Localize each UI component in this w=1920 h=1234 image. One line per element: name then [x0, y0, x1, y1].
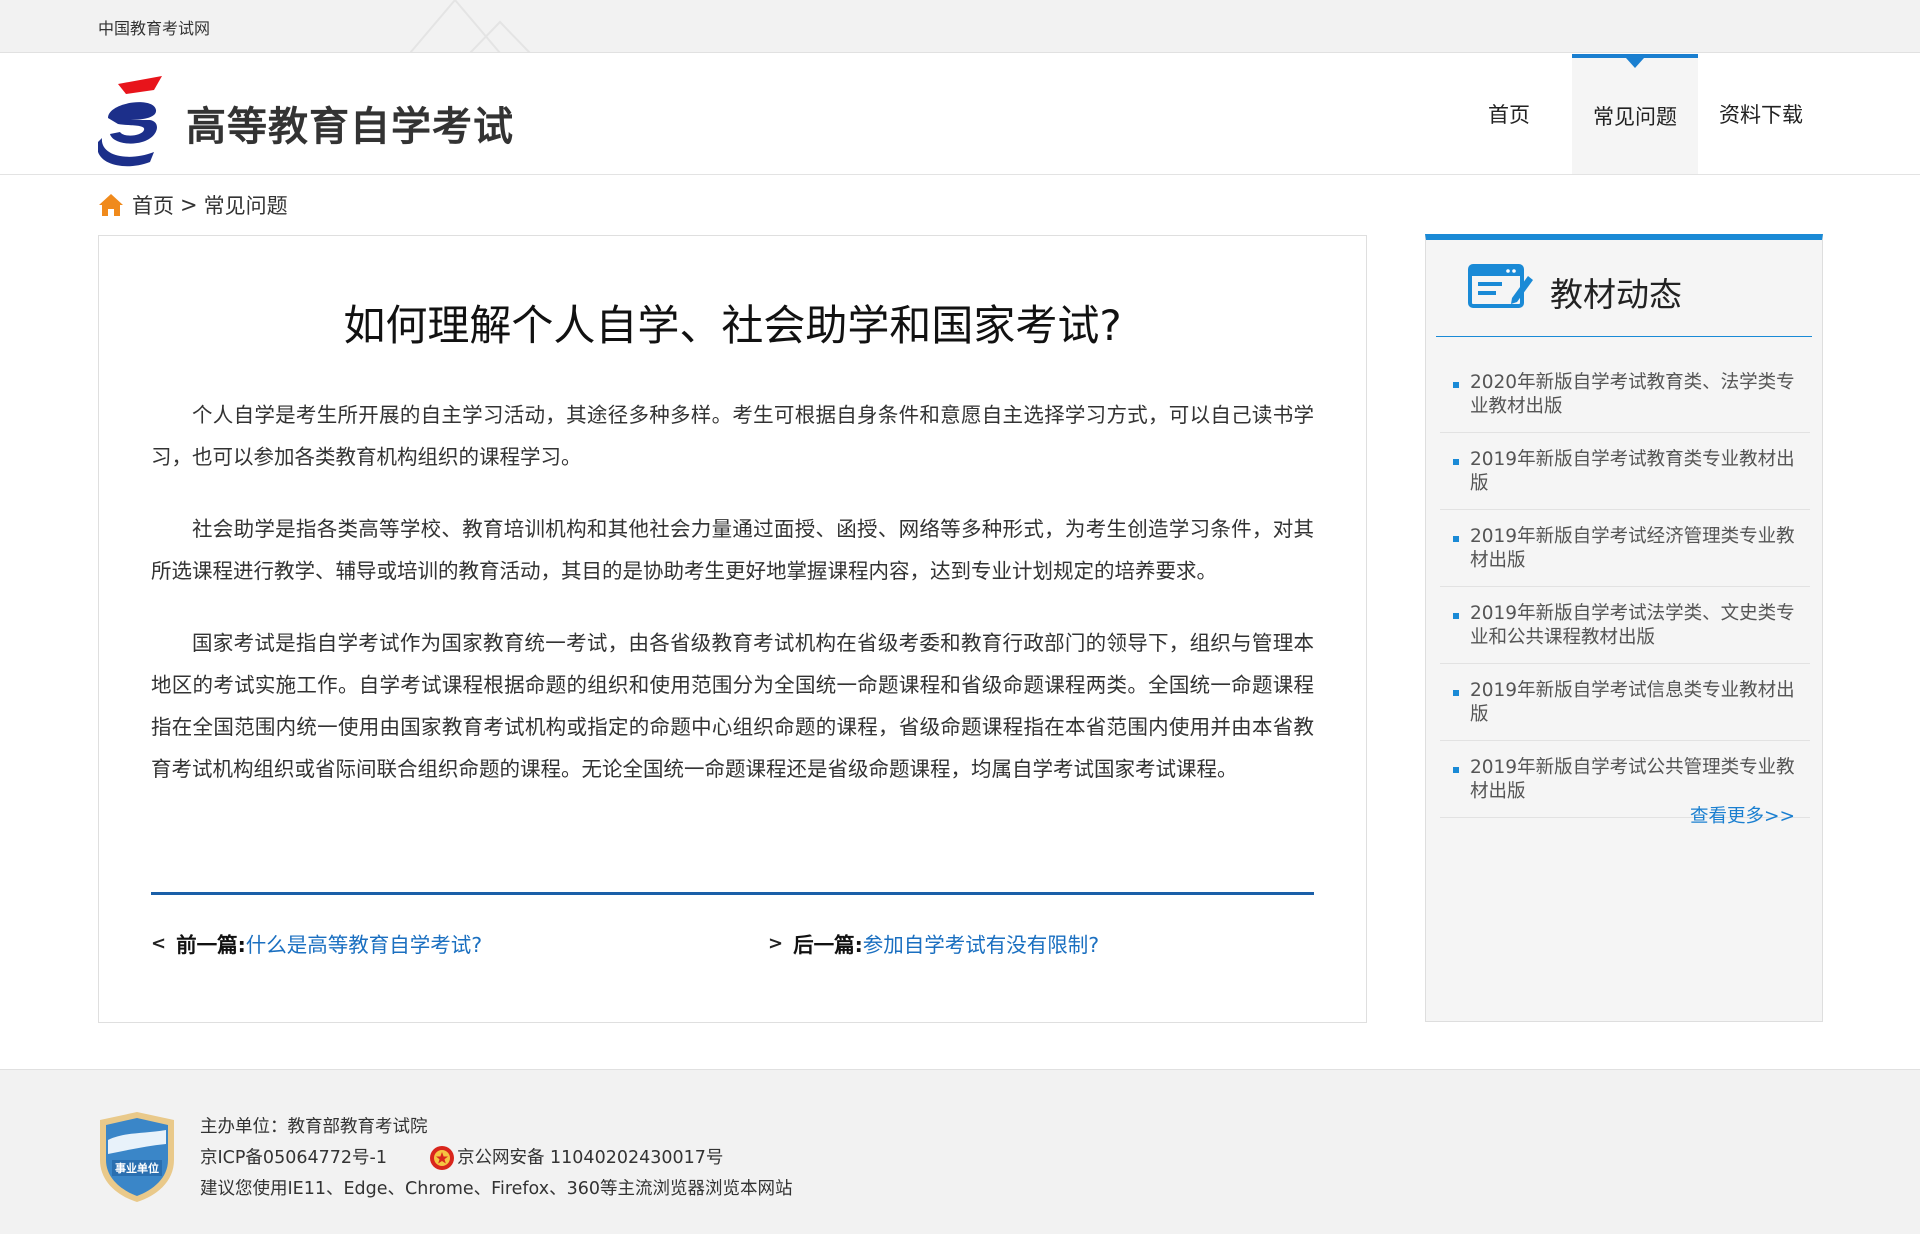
icp-link[interactable]: 京ICP备05064772号-1: [200, 1148, 387, 1168]
footer-browser-tip: 建议您使用IE11、Edge、Chrome、Firefox、360等主流浏览器浏…: [200, 1179, 793, 1199]
sidebar-header: 教材动态: [1436, 240, 1812, 337]
next-article-link[interactable]: 参加自学考试有没有限制?: [863, 928, 1099, 958]
bullet-icon: [1453, 690, 1459, 696]
breadcrumb: 首页 > 常见问题: [98, 190, 288, 220]
prev-article-link[interactable]: 什么是高等教育自学考试?: [246, 928, 482, 958]
top-bar: 中国教育考试网: [0, 0, 1920, 53]
sidebar-textbook-news: 教材动态 2020年新版自学考试教育类、法学类专业教材出版 2019年新版自学考…: [1425, 234, 1823, 1022]
bullet-icon: [1453, 459, 1459, 465]
article-title: 如何理解个人自学、社会助学和国家考试?: [343, 301, 1122, 350]
article-panel: 如何理解个人自学、社会助学和国家考试? 个人自学是考生所开展的自主学习活动，其途…: [98, 235, 1367, 1023]
sidebar-item-label: 2020年新版自学考试教育类、法学类专业教材出版: [1470, 372, 1795, 417]
sidebar-item-label: 2019年新版自学考试教育类专业教材出版: [1470, 449, 1795, 494]
sidebar-item-label: 2019年新版自学考试公共管理类专业教材出版: [1470, 757, 1795, 802]
article-paragraph: 社会助学是指各类高等学校、教育培训机构和其他社会力量通过面授、函授、网络等多种形…: [151, 517, 1314, 583]
nav-downloads[interactable]: 资料下载: [1698, 54, 1824, 174]
site-title: 高等教育自学考试: [186, 104, 514, 150]
breadcrumb-separator: >: [180, 193, 198, 217]
sidebar-item-label: 2019年新版自学考试信息类专业教材出版: [1470, 680, 1795, 725]
sidebar-list-item[interactable]: 2020年新版自学考试教育类、法学类专业教材出版: [1440, 356, 1810, 433]
see-more-link[interactable]: 查看更多>>: [1690, 802, 1795, 828]
svg-text:事业单位: 事业单位: [115, 1161, 159, 1175]
bullet-icon: [1453, 536, 1459, 542]
top-site-name[interactable]: 中国教育考试网: [98, 15, 210, 39]
prev-arrow-icon: <: [151, 932, 167, 954]
footer-info: 主办单位：教育部教育考试院 京ICP备05064772号-1 京公网安备 110…: [200, 1112, 793, 1205]
public-institution-badge-icon[interactable]: 事业单位: [98, 1110, 176, 1204]
sidebar-item-label: 2019年新版自学考试经济管理类专业教材出版: [1470, 526, 1795, 571]
site-header: 高等教育自学考试 首页 常见问题 资料下载: [0, 54, 1920, 175]
nav-faq-label: 常见问题: [1593, 105, 1677, 129]
sidebar-list-item[interactable]: 2019年新版自学考试信息类专业教材出版: [1440, 664, 1810, 741]
textbook-news-icon: [1468, 264, 1533, 308]
sidebar-list-item[interactable]: 2019年新版自学考试经济管理类专业教材出版: [1440, 510, 1810, 587]
decorative-peaks: [410, 0, 531, 52]
next-arrow-icon: >: [768, 932, 784, 954]
site-footer: 事业单位 主办单位：教育部教育考试院 京ICP备05064772号-1 京公网安…: [0, 1069, 1920, 1234]
main-nav: 首页 常见问题 资料下载: [1446, 54, 1824, 174]
footer-sponsor: 主办单位：教育部教育考试院: [200, 1117, 428, 1137]
breadcrumb-home[interactable]: 首页: [132, 190, 174, 220]
next-label: 后一篇:: [793, 933, 863, 957]
sidebar-list-item[interactable]: 2019年新版自学考试法学类、文史类专业和公共课程教材出版: [1440, 587, 1810, 664]
police-emblem-icon: [429, 1146, 454, 1170]
police-record-link[interactable]: 京公网安备 11040202430017号: [457, 1148, 723, 1168]
bullet-icon: [1453, 613, 1459, 619]
sidebar-item-label: 2019年新版自学考试法学类、文史类专业和公共课程教材出版: [1470, 603, 1795, 648]
sidebar-title: 教材动态: [1550, 275, 1682, 314]
bullet-icon: [1453, 767, 1459, 773]
article-paragraph: 国家考试是指自学考试作为国家教育统一考试，由各省级教育考试机构在省级考委和教育行…: [151, 631, 1314, 781]
prev-article: < 前一篇: 什么是高等教育自学考试?: [151, 928, 482, 958]
nav-faq[interactable]: 常见问题: [1572, 54, 1698, 174]
bullet-icon: [1453, 382, 1459, 388]
home-icon[interactable]: [98, 193, 124, 217]
next-article: > 后一篇: 参加自学考试有没有限制?: [768, 928, 1099, 958]
article-paragraph: 个人自学是考生所开展的自主学习活动，其途径多种多样。考生可根据自身条件和意愿自主…: [151, 403, 1314, 469]
logo-icon[interactable]: [98, 76, 170, 168]
prev-label: 前一篇:: [176, 933, 246, 957]
article-divider: [151, 892, 1314, 895]
sidebar-list-item[interactable]: 2019年新版自学考试教育类专业教材出版: [1440, 433, 1810, 510]
active-caret-icon: [1626, 58, 1644, 68]
nav-home[interactable]: 首页: [1446, 54, 1572, 174]
footer-registration: 京ICP备05064772号-1 京公网安备 11040202430017号: [200, 1143, 793, 1174]
article-body: 个人自学是考生所开展的自主学习活动，其途径多种多样。考生可根据自身条件和意愿自主…: [151, 394, 1314, 820]
sidebar-list: 2020年新版自学考试教育类、法学类专业教材出版 2019年新版自学考试教育类专…: [1440, 356, 1810, 818]
breadcrumb-current[interactable]: 常见问题: [204, 190, 288, 220]
